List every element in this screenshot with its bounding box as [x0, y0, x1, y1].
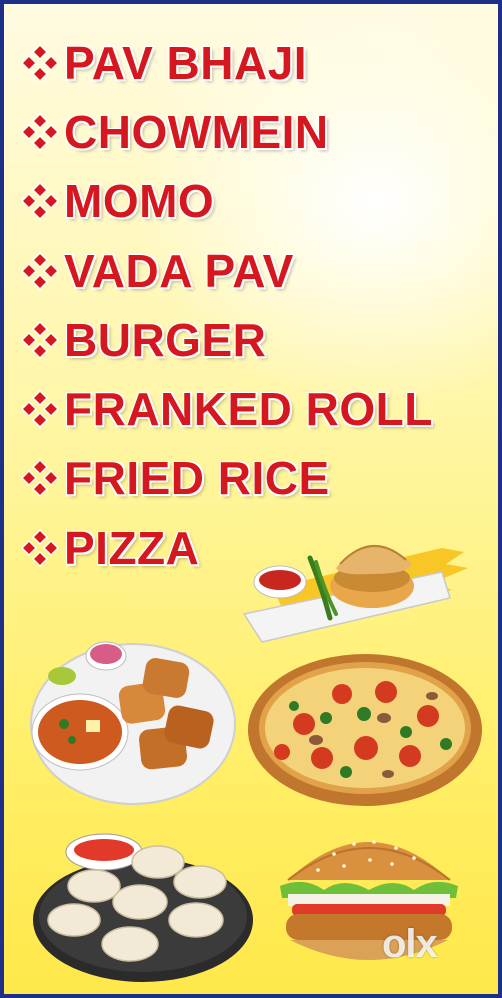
diamond-bullet-icon	[20, 320, 60, 359]
diamond-bullet-icon	[20, 459, 60, 498]
menu-item: CHOWMEIN	[20, 97, 433, 166]
pav-bhaji-plate-photo	[30, 641, 236, 805]
menu-item-label: FRIED RICE	[64, 452, 330, 505]
menu-item-label: PAV BHAJI	[64, 36, 308, 89]
diamond-bullet-icon	[20, 112, 60, 151]
menu-item: MOMO	[20, 167, 433, 236]
momo-plate-photo	[33, 833, 253, 982]
menu-item: FRIED RICE	[20, 444, 433, 513]
menu-item-label: CHOWMEIN	[64, 105, 329, 158]
menu-list: PAV BHAJI CHOWMEIN MOMO VADA PAV BURGER …	[20, 28, 433, 582]
diamond-bullet-icon	[20, 390, 60, 429]
vada-pav-plate-photo	[242, 544, 468, 643]
menu-item: BURGER	[20, 305, 433, 374]
menu-item-label: PIZZA	[64, 521, 200, 574]
menu-item: VADA PAV	[20, 236, 433, 305]
menu-item-label: MOMO	[64, 175, 215, 228]
menu-item-label: BURGER	[64, 313, 267, 366]
pizza-photo	[248, 654, 482, 806]
menu-item: FRANKED ROLL	[20, 374, 433, 443]
menu-poster: PAV BHAJI CHOWMEIN MOMO VADA PAV BURGER …	[0, 0, 502, 998]
diamond-bullet-icon	[20, 528, 60, 567]
menu-item: PAV BHAJI	[20, 28, 433, 97]
menu-item-label: VADA PAV	[64, 244, 294, 297]
menu-item-label: FRANKED ROLL	[64, 383, 433, 436]
diamond-bullet-icon	[20, 251, 60, 290]
olx-watermark: olx	[382, 922, 438, 966]
diamond-bullet-icon	[20, 43, 60, 82]
diamond-bullet-icon	[20, 182, 60, 221]
